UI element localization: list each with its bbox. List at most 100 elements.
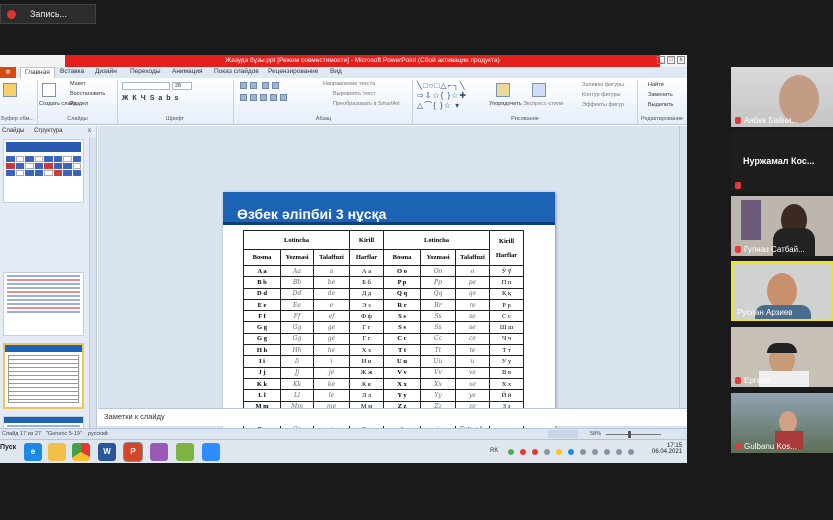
table-row: D d Dd de Д дQ q Qq qe Қ қ bbox=[243, 287, 524, 300]
shape-fill-button[interactable]: Заливка фигуры bbox=[582, 82, 624, 88]
tab-slides[interactable]: Слайды bbox=[2, 128, 24, 134]
tab-transitions[interactable]: Переходы bbox=[130, 68, 161, 75]
powerpoint-icon[interactable]: P bbox=[123, 442, 143, 462]
table-cell: Bb bbox=[280, 276, 314, 289]
ie-icon[interactable]: e bbox=[24, 443, 42, 461]
tab-slideshow[interactable]: Показ слайдов bbox=[214, 68, 259, 75]
table-cell: Т т bbox=[489, 344, 524, 357]
align-text-button[interactable]: Выровнять текст bbox=[333, 91, 376, 97]
table-cell: ef bbox=[313, 310, 350, 323]
table-cell: se bbox=[455, 321, 490, 334]
table-cell: X x bbox=[383, 377, 421, 391]
select-button[interactable]: Выделить bbox=[648, 102, 673, 108]
replace-button[interactable]: Заменить bbox=[648, 92, 673, 98]
table-cell: D d bbox=[243, 287, 281, 300]
table-cell: Vv bbox=[420, 366, 456, 379]
zoom-thumb[interactable] bbox=[628, 431, 631, 438]
editor-scrollbar[interactable] bbox=[679, 126, 686, 408]
arrange-icon[interactable] bbox=[496, 83, 510, 97]
table-cell: В в bbox=[489, 366, 524, 379]
paste-icon[interactable] bbox=[3, 83, 17, 97]
table-cell: Э э bbox=[349, 298, 384, 312]
quick-styles-button[interactable]: Экспресс-стили bbox=[523, 101, 563, 107]
shape-effects-button[interactable]: Эффекты фигур bbox=[582, 102, 624, 108]
layout-button[interactable]: Макет bbox=[70, 81, 86, 87]
table-cell: Х х bbox=[349, 344, 384, 357]
table-cell: Qq bbox=[420, 287, 456, 300]
section-button[interactable]: Раздел bbox=[70, 101, 88, 107]
slides-scrollbar[interactable] bbox=[89, 138, 96, 428]
table-header: Lotincha bbox=[383, 230, 490, 250]
smartart-button[interactable]: Преобразовать в SmartArt bbox=[333, 101, 400, 107]
font-format-buttons[interactable]: ЖКЧSabs bbox=[122, 95, 182, 102]
find-button[interactable]: Найти bbox=[648, 82, 664, 88]
zoom-slider[interactable] bbox=[606, 434, 661, 435]
table-cell: Ff bbox=[280, 310, 314, 323]
participant-tile[interactable]: Gulbanu Kos... bbox=[731, 393, 833, 453]
group-editing: Редактирование bbox=[641, 116, 683, 122]
participant-tile[interactable]: Ергали bbox=[731, 327, 833, 387]
restore-button[interactable]: Восстановить bbox=[70, 91, 105, 97]
word-icon[interactable]: W bbox=[98, 443, 116, 461]
minimize-icon[interactable]: _ bbox=[657, 56, 665, 64]
table-header: Lotincha bbox=[243, 230, 350, 250]
chrome-icon[interactable] bbox=[72, 443, 90, 461]
font-size-select[interactable]: 28 bbox=[172, 82, 192, 90]
table-cell: А а bbox=[349, 264, 384, 278]
text-direction-button[interactable]: Направление текста bbox=[323, 81, 375, 87]
participant-name: Аябек Байни... bbox=[744, 116, 799, 125]
participant-tile[interactable]: Аябек Байни... bbox=[731, 67, 833, 127]
table-cell: S s bbox=[383, 310, 421, 323]
tab-review[interactable]: Рецензирование bbox=[268, 68, 318, 75]
font-name-select[interactable] bbox=[122, 82, 170, 90]
slide-header: Өзбек әліпбиі 3 нұсқа bbox=[223, 192, 555, 225]
recording-indicator[interactable]: Запись... bbox=[0, 4, 96, 24]
slide-thumbnail[interactable] bbox=[3, 139, 84, 203]
table-cell: Ў ў bbox=[489, 264, 524, 278]
table-column-header: Yozmasi bbox=[280, 249, 314, 266]
arrange-button[interactable]: Упорядочить bbox=[489, 101, 522, 107]
table-cell: Ee bbox=[280, 298, 314, 312]
table-cell: Dd bbox=[280, 287, 314, 300]
participant-name: Gulbanu Kos... bbox=[744, 442, 797, 451]
table-cell: Uu bbox=[420, 355, 456, 368]
participant-tile-active-speaker[interactable]: Руслан Арзиев bbox=[731, 261, 833, 321]
muted-mic-icon bbox=[735, 182, 741, 189]
tab-view[interactable]: Вид bbox=[330, 68, 342, 75]
notes-pane[interactable]: Заметки к слайду bbox=[98, 408, 687, 426]
tab-home[interactable]: Главная bbox=[20, 67, 55, 78]
shape-outline-button[interactable]: Контур фигуры bbox=[582, 92, 620, 98]
tab-design[interactable]: Дизайн bbox=[95, 68, 117, 75]
table-cell: te bbox=[455, 344, 490, 357]
close-pane-icon[interactable]: x bbox=[88, 128, 91, 134]
tab-insert[interactable]: Вставка bbox=[60, 68, 84, 75]
table-cell: ge bbox=[313, 321, 350, 334]
keyboard-language[interactable]: RK bbox=[490, 448, 498, 454]
slide-thumbnail-selected[interactable] bbox=[3, 343, 84, 409]
table-cell: ye bbox=[455, 389, 490, 402]
table-cell: Л л bbox=[349, 389, 384, 402]
table-row: L l Ll le Л лY y Yy ye Й й bbox=[243, 389, 524, 402]
start-button[interactable]: Пуск bbox=[0, 444, 16, 451]
tab-file[interactable]: Ф bbox=[0, 67, 16, 78]
tab-animation[interactable]: Анимация bbox=[172, 68, 203, 75]
new-slide-icon[interactable] bbox=[42, 83, 56, 97]
table-cell: Aa bbox=[280, 264, 314, 278]
quick-styles-icon[interactable] bbox=[532, 83, 546, 97]
tab-outline[interactable]: Структура bbox=[34, 128, 62, 134]
participant-tile[interactable]: Нуржамал Кос... bbox=[731, 131, 833, 191]
slide-thumbnail[interactable] bbox=[3, 272, 84, 336]
group-drawing: Рисование bbox=[511, 116, 539, 122]
paint-icon[interactable] bbox=[150, 443, 168, 461]
folder-icon[interactable] bbox=[48, 443, 66, 461]
close-icon[interactable]: x bbox=[677, 56, 685, 64]
shapes-gallery[interactable]: ╲□○□△⌐┐╲ ⇨⇩☆{ }☆✚ △⌒{ }☆ ▾ bbox=[417, 81, 485, 111]
muted-mic-icon bbox=[735, 246, 741, 253]
group-slides: Слайды bbox=[67, 116, 88, 122]
app-icon[interactable] bbox=[176, 443, 194, 461]
clock[interactable]: 17:15 06.04.2021 bbox=[652, 443, 682, 455]
view-buttons[interactable] bbox=[548, 430, 578, 438]
maximize-icon[interactable]: □ bbox=[667, 56, 675, 64]
participant-tile[interactable]: Гулназ Сатбай... bbox=[731, 196, 833, 256]
zoom-icon[interactable] bbox=[202, 443, 220, 461]
